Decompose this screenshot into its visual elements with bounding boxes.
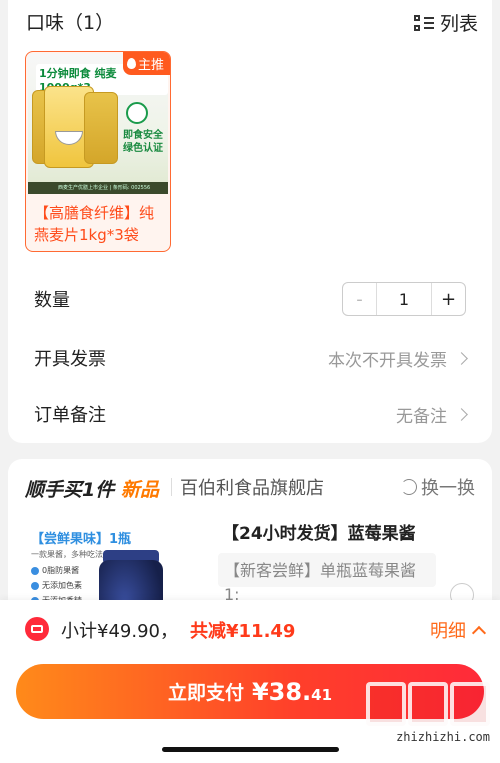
feature-text: 0脂防果酱: [42, 566, 80, 575]
pay-cents: 41: [311, 685, 333, 704]
watermark: zhizhizhi.com: [364, 682, 490, 752]
decrease-button[interactable]: -: [343, 283, 377, 315]
sku-image: 1分钟即食 纯麦1000g*3 即食安全 绿色认证 西麦生产优膳上市企业 | 条…: [28, 54, 168, 194]
list-icon: [413, 13, 434, 33]
green-certification-icon: [126, 102, 148, 124]
divider: [171, 478, 172, 496]
bowl-graphic: [55, 131, 83, 145]
image-subline: 一款果酱，多种吃法: [31, 550, 103, 559]
remark-label: 订单备注: [34, 405, 106, 426]
watermark-url: zhizhizhi.com: [396, 730, 490, 744]
recommended-label: 主推: [137, 58, 164, 73]
invoice-value-wrap: 本次不开具发票: [328, 346, 468, 371]
swap-label: 换一换: [421, 478, 475, 499]
addon-product-subtitle: 【新客尝鲜】单瓶蓝莓果酱 1:: [218, 553, 436, 604]
quantity-stepper: - 1 +: [342, 282, 466, 316]
chevron-up-icon: [471, 625, 487, 640]
watermark-glyph: [450, 682, 490, 726]
quantity-value[interactable]: 1: [377, 283, 431, 315]
feature-item: 无添加色素: [31, 580, 82, 591]
sku-name: 【高膳食纤维】纯燕麦片1kg*3袋: [34, 204, 155, 244]
subtotal-text: 小计¥49.90，: [61, 621, 178, 642]
quantity-label: 数量: [34, 290, 70, 311]
watermark-glyph: [408, 682, 448, 726]
invoice-row[interactable]: 开具发票 本次不开具发票: [34, 343, 468, 373]
image-footer-text: 西麦生产优膳上市企业 | 条形码: 002556: [28, 182, 168, 194]
pay-amount: ¥38.: [251, 677, 312, 706]
check-icon: [31, 581, 39, 590]
subtitle-text: 【新客尝鲜】单瓶蓝莓果酱: [224, 561, 417, 580]
order-options-card: 口味（1） 列表 主推 1分钟即食 纯麦1000g*3 即食安全 绿色认证 西麦…: [8, 0, 492, 443]
sku-option-card[interactable]: 主推 1分钟即食 纯麦1000g*3 即食安全 绿色认证 西麦生产优膳上市企业 …: [25, 51, 171, 252]
invoice-label: 开具发票: [34, 349, 106, 370]
increase-button[interactable]: +: [431, 283, 465, 315]
quantity-row: 数量 - 1 +: [34, 282, 466, 316]
home-indicator[interactable]: [162, 747, 339, 752]
remark-row[interactable]: 订单备注 无备注: [34, 399, 468, 429]
remark-value: 无备注: [396, 406, 447, 427]
detail-button[interactable]: 明细: [430, 617, 487, 643]
flavor-label: 口味（1）: [26, 12, 115, 34]
swap-button[interactable]: 换一换: [401, 474, 475, 500]
list-view-label: 列表: [439, 13, 478, 35]
store-name[interactable]: 百伯利食品旗舰店: [180, 474, 324, 500]
refresh-icon: [401, 479, 417, 495]
chevron-right-icon: [455, 407, 468, 421]
addon-product-title[interactable]: 【24小时发货】蓝莓果酱: [222, 519, 416, 544]
invoice-value: 本次不开具发票: [328, 350, 447, 371]
pay-label: 立即支付: [167, 682, 244, 704]
addon-title: 顺手买1件: [25, 479, 115, 501]
check-icon: [31, 566, 39, 575]
chevron-right-icon: [455, 351, 468, 365]
recommended-badge: 主推: [122, 52, 170, 75]
remark-value-wrap: 无备注: [396, 402, 468, 427]
watermark-glyph: [366, 682, 406, 726]
feature-item: 0脂防果酱: [31, 565, 79, 576]
list-view-toggle[interactable]: 列表: [413, 9, 478, 36]
detail-label: 明细: [430, 621, 466, 642]
new-badge: 新品: [121, 479, 160, 501]
feature-text: 无添加色素: [42, 581, 82, 590]
checkout-bar: 小计¥49.90， 共减¥11.49 明细 立即支付 ¥38. 41 zhizh…: [0, 600, 500, 763]
flame-icon: [126, 58, 136, 69]
coupon-icon: [25, 617, 49, 641]
discount-text: 共减¥11.49: [190, 621, 296, 642]
green-certification-text: 即食安全 绿色认证: [123, 130, 163, 154]
oat-bag-right: [84, 92, 118, 164]
image-headline: 【尝鲜果味】1瓶: [31, 532, 132, 547]
